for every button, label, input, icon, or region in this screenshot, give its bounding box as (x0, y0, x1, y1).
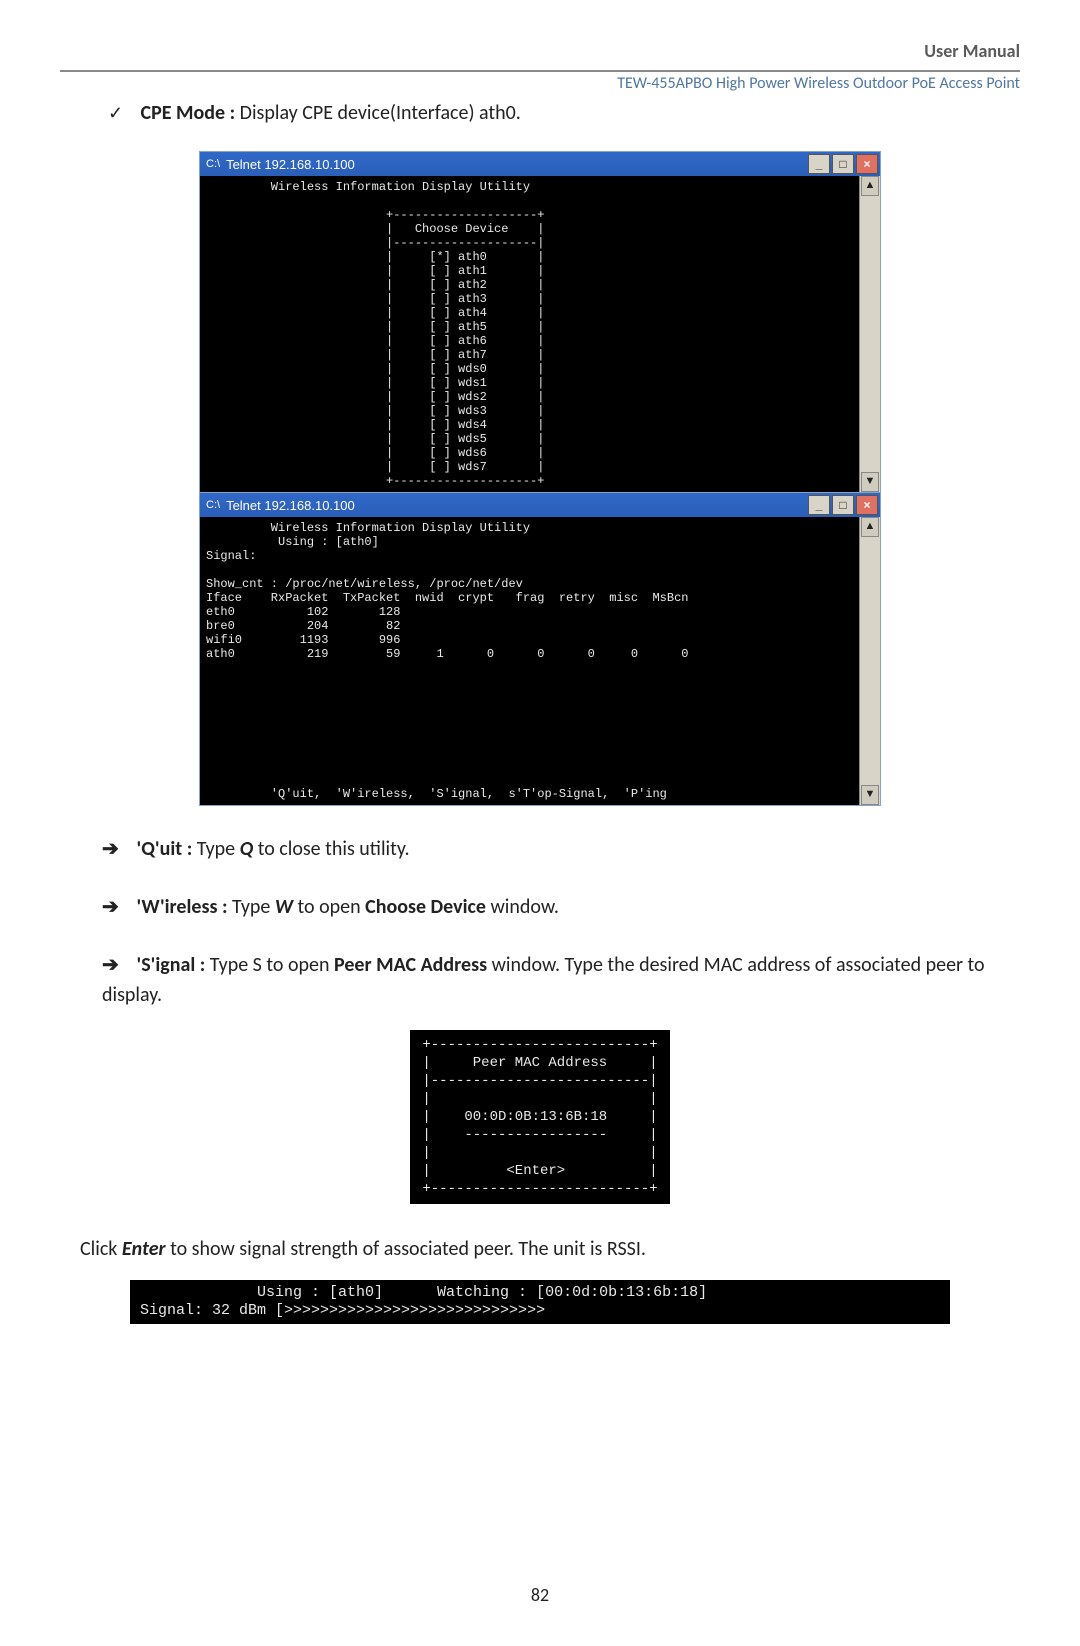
scroll-up-icon[interactable]: ▲ (861, 176, 879, 196)
telnet2-titlebar[interactable]: C:\ Telnet 192.168.10.100 _ □ × (200, 493, 880, 517)
cpe-mode-desc: Display CPE device(Interface) ath0. (235, 101, 521, 125)
cpe-mode-line: ✓ CPE Mode : Display CPE device(Interfac… (108, 101, 1020, 125)
scroll-up-icon[interactable]: ▲ (861, 517, 879, 537)
signal-strip-terminal: Using : [ath0] Watching : [00:0d:0b:13:6… (130, 1280, 950, 1324)
telnet1-titlebar[interactable]: C:\ Telnet 192.168.10.100 _ □ × (200, 152, 880, 176)
header-separator (60, 70, 1020, 72)
hint-wireless-t2: to open (293, 895, 365, 919)
click-enter-b: Enter (122, 1237, 166, 1261)
cpe-mode-label: CPE Mode : (141, 101, 236, 125)
cmd-icon: C:\ (206, 499, 220, 511)
peer-mac-address-box: +--------------------------+ | Peer MAC … (410, 1030, 670, 1204)
hint-signal: ➔ 'S'ignal : Type S to open Peer MAC Add… (102, 950, 1020, 1010)
click-enter-c: to show signal strength of associated pe… (166, 1237, 646, 1261)
telnet2-title-text: Telnet 192.168.10.100 (226, 498, 806, 513)
hint-wireless-t1: Type (227, 895, 274, 919)
scroll-down-icon[interactable]: ▼ (861, 472, 879, 492)
telnet1-terminal-body[interactable]: Wireless Information Display Utility +--… (200, 176, 859, 492)
maximize-button[interactable]: □ (832, 154, 854, 174)
hint-quit-t2: to close this utility. (253, 837, 409, 861)
scroll-down-icon[interactable]: ▼ (861, 785, 879, 805)
arrow-right-icon: ➔ (102, 950, 132, 980)
page-number: 82 (60, 1584, 1020, 1606)
telnet2-terminal-body[interactable]: Wireless Information Display Utility Usi… (200, 517, 859, 805)
signal-strip-box: Using : [ath0] Watching : [00:0d:0b:13:6… (130, 1280, 950, 1324)
hint-wireless-t3: window. (486, 895, 559, 919)
cmd-icon: C:\ (206, 158, 220, 170)
minimize-button[interactable]: _ (808, 495, 830, 515)
hint-quit-t1: Type (192, 837, 239, 861)
hint-quit-key: Q (240, 837, 254, 861)
telnet1-scrollbar[interactable]: ▲ ▼ (859, 176, 880, 492)
maximize-button[interactable]: □ (832, 495, 854, 515)
hint-wireless-key: W (275, 895, 293, 919)
hint-quit: ➔ 'Q'uit : Type Q to close this utility. (102, 834, 1020, 864)
hint-signal-label: 'S'ignal : (137, 953, 206, 977)
click-enter-line: Click Enter to show signal strength of a… (80, 1234, 1020, 1264)
close-button[interactable]: × (856, 154, 878, 174)
header-subtitle: TEW-455APBO High Power Wireless Outdoor … (60, 74, 1020, 93)
hint-wireless: ➔ 'W'ireless : Type W to open Choose Dev… (102, 892, 1020, 922)
hint-wireless-bold: Choose Device (365, 895, 486, 919)
telnet-window-stats: C:\ Telnet 192.168.10.100 _ □ × Wireless… (199, 493, 881, 806)
header-user-manual: User Manual (60, 40, 1020, 66)
telnet-window-choose-device: C:\ Telnet 192.168.10.100 _ □ × Wireless… (199, 151, 881, 493)
arrow-right-icon: ➔ (102, 834, 132, 864)
hint-signal-t1: Type S to open (205, 953, 334, 977)
click-enter-a: Click (80, 1237, 122, 1261)
minimize-button[interactable]: _ (808, 154, 830, 174)
telnet1-title-text: Telnet 192.168.10.100 (226, 157, 806, 172)
hint-wireless-label: 'W'ireless : (137, 895, 228, 919)
telnet2-scrollbar[interactable]: ▲ ▼ (859, 517, 880, 805)
check-icon: ✓ (108, 102, 136, 124)
peer-mac-terminal[interactable]: +--------------------------+ | Peer MAC … (410, 1030, 670, 1204)
arrow-right-icon: ➔ (102, 892, 132, 922)
close-button[interactable]: × (856, 495, 878, 515)
hint-signal-bold: Peer MAC Address (334, 953, 487, 977)
hint-quit-label: 'Q'uit : (137, 837, 193, 861)
